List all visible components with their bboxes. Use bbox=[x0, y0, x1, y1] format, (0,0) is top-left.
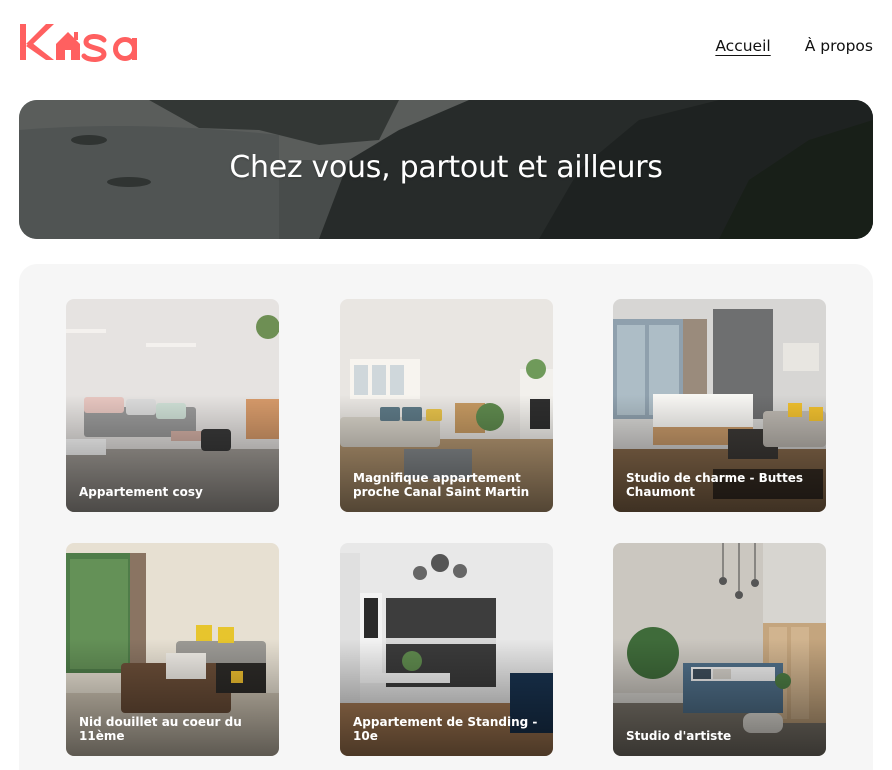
listing-card[interactable]: Studio de charme - Buttes Chaumont bbox=[613, 299, 826, 512]
listing-title: Studio d'artiste bbox=[626, 729, 732, 743]
hero-banner: Chez vous, partout et ailleurs bbox=[19, 100, 873, 239]
listing-card[interactable]: Magnifique appartement proche Canal Sain… bbox=[340, 299, 553, 512]
page: Accueil À propos Chez vous, partout et a… bbox=[0, 0, 892, 770]
listing-title: Studio de charme - Buttes Chaumont bbox=[626, 471, 804, 499]
listing-title: Appartement de Standing - 10e bbox=[353, 715, 538, 743]
banner-title: Chez vous, partout et ailleurs bbox=[229, 150, 663, 185]
listing-title: Nid douillet au coeur du 11ème bbox=[79, 715, 242, 743]
main-nav: Accueil À propos bbox=[715, 36, 873, 56]
listing-card[interactable]: Appartement cosy bbox=[66, 299, 279, 512]
header: Accueil À propos bbox=[0, 0, 892, 92]
listing-card[interactable]: Nid douillet au coeur du 11ème bbox=[66, 543, 279, 756]
listing-card[interactable]: Studio d'artiste bbox=[613, 543, 826, 756]
listing-card[interactable]: Appartement de Standing - 10e bbox=[340, 543, 553, 756]
nav-link-accueil[interactable]: Accueil bbox=[715, 36, 770, 56]
kasa-logo[interactable] bbox=[18, 18, 158, 66]
listing-shade bbox=[66, 299, 279, 512]
nav-link-a-propos[interactable]: À propos bbox=[805, 36, 873, 56]
listing-title: Appartement cosy bbox=[79, 485, 203, 499]
listings-gallery: Appartement cosy Magnifique appartement … bbox=[19, 264, 873, 770]
listing-shade bbox=[613, 543, 826, 756]
listing-title: Magnifique appartement proche Canal Sain… bbox=[353, 471, 530, 499]
